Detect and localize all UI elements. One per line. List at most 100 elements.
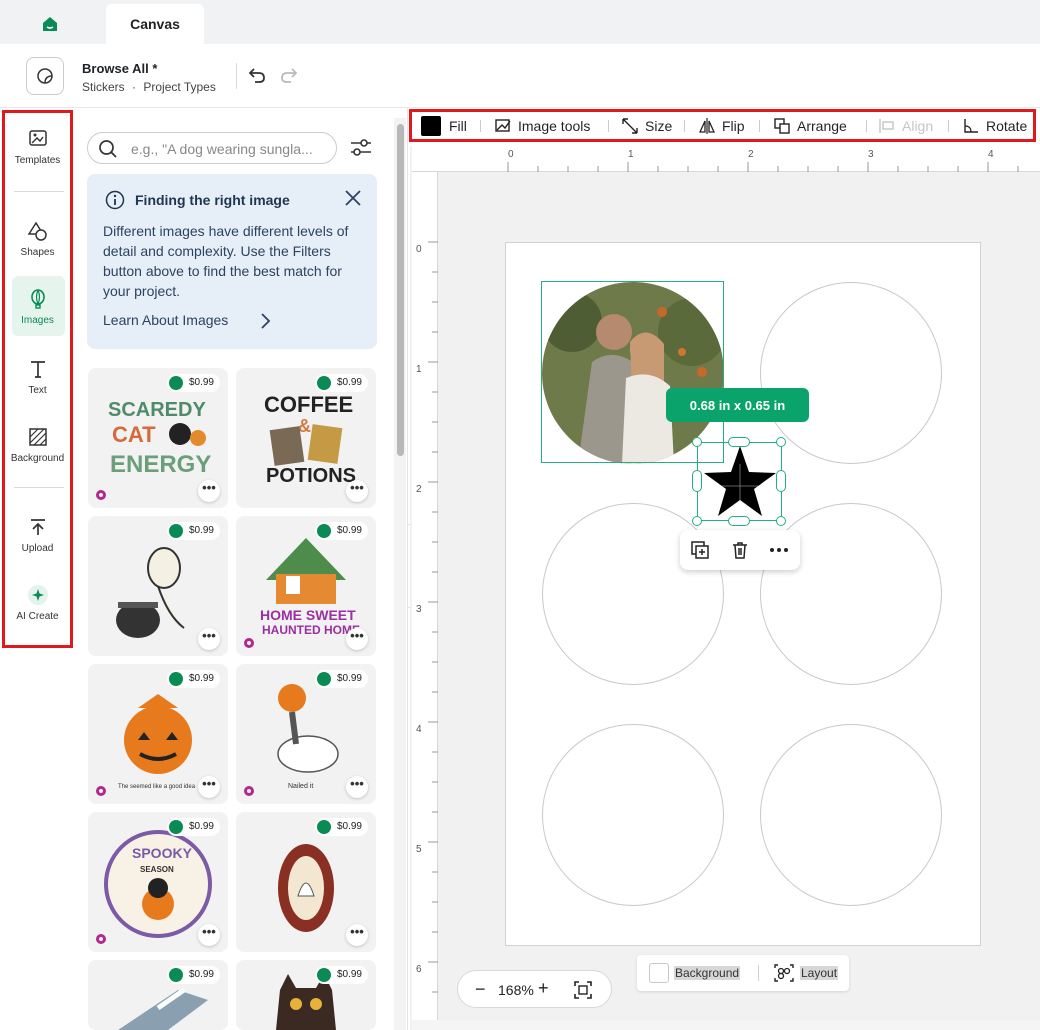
duplicate-button[interactable] — [689, 539, 711, 561]
image-tools-label: Image tools — [518, 118, 591, 134]
fill-label: Fill — [449, 118, 467, 134]
premium-icon — [96, 934, 106, 944]
more-button[interactable]: ••• — [346, 480, 368, 502]
image-tile[interactable]: HOME SWEET HAUNTED HOME $0.99 ••• — [236, 516, 376, 656]
price-badge: $0.99 — [166, 966, 220, 984]
info-card: Finding the right image Different images… — [87, 174, 377, 349]
zoom-in-button[interactable]: + — [538, 978, 549, 999]
breadcrumb-project-types[interactable]: Project Types — [143, 80, 215, 94]
resize-handle[interactable] — [692, 516, 702, 526]
images-panel: e.g., "A dog wearing sungla... Finding t… — [73, 108, 408, 1030]
crown-icon — [316, 672, 331, 686]
trash-icon — [733, 542, 747, 559]
resize-handle[interactable] — [692, 437, 702, 447]
image-tile[interactable]: $0.99 — [88, 960, 228, 1030]
home-button[interactable] — [36, 10, 64, 38]
layout-button[interactable]: Layout — [800, 966, 839, 980]
tab-canvas[interactable]: Canvas — [106, 4, 204, 44]
rail-item-shapes[interactable]: Shapes — [5, 219, 70, 258]
resize-handle[interactable] — [776, 516, 786, 526]
more-button[interactable]: ••• — [346, 628, 368, 650]
fit-to-screen-icon[interactable] — [573, 980, 593, 1000]
filter-icon[interactable] — [349, 138, 373, 158]
size-label: Size — [645, 118, 673, 134]
image-tile[interactable]: $0.99 — [236, 960, 376, 1030]
image-tile[interactable]: The seemed like a good idea $0.99 ••• — [88, 664, 228, 804]
align-button[interactable]: Align — [878, 116, 933, 136]
search-icon — [99, 140, 117, 158]
align-label: Align — [902, 118, 934, 134]
image-tile[interactable]: SPOOKY SEASON $0.99 ••• — [88, 812, 228, 952]
sticker-slot[interactable] — [760, 724, 942, 906]
tile-art-text: COFFEE — [264, 392, 353, 417]
close-icon[interactable] — [343, 188, 363, 208]
rail-item-templates[interactable]: Templates — [5, 127, 70, 166]
rail-item-images[interactable]: Images — [5, 287, 70, 326]
resize-handle[interactable] — [692, 470, 702, 492]
learn-about-images-link[interactable]: Learn About Images — [103, 312, 228, 328]
breadcrumb: Stickers · Project Types — [82, 80, 216, 94]
rotate-icon — [964, 119, 978, 133]
more-button[interactable]: ••• — [346, 924, 368, 946]
rail-item-text[interactable]: Text — [5, 357, 70, 396]
duplicate-icon — [691, 541, 709, 559]
arrange-button[interactable]: Arrange — [773, 116, 847, 136]
chevron-right-icon[interactable] — [259, 311, 273, 331]
layout-icon[interactable] — [773, 963, 795, 983]
rail-item-ai-create[interactable]: AI Create — [5, 583, 70, 622]
more-options-button[interactable] — [768, 539, 790, 561]
price-badge: $0.99 — [314, 966, 368, 984]
rail-label-shapes: Shapes — [20, 247, 55, 258]
canvas-bottom-controls: Background Layout — [637, 955, 849, 991]
search-input[interactable]: e.g., "A dog wearing sungla... — [87, 132, 337, 164]
resize-handle[interactable] — [728, 437, 750, 447]
background-button[interactable]: Background — [674, 966, 741, 980]
tile-art-text: POTIONS — [266, 465, 356, 487]
image-tile[interactable]: Nailed it $0.99 ••• — [236, 664, 376, 804]
rotate-button[interactable]: Rotate — [962, 116, 1027, 136]
fill-button[interactable]: Fill — [421, 116, 467, 136]
more-button[interactable]: ••• — [198, 776, 220, 798]
price-label: $0.99 — [188, 673, 214, 684]
project-title[interactable]: Browse All * — [82, 61, 157, 76]
flip-button[interactable]: Flip — [698, 116, 745, 136]
background-swatch[interactable] — [649, 963, 669, 983]
align-icon — [879, 119, 894, 133]
sticker-icon — [37, 68, 53, 84]
image-tile[interactable]: $0.99 ••• — [88, 516, 228, 656]
more-button[interactable]: ••• — [346, 776, 368, 798]
zoom-level[interactable]: 168% — [498, 982, 534, 998]
more-button[interactable]: ••• — [198, 924, 220, 946]
resize-handle[interactable] — [776, 437, 786, 447]
rail-item-upload[interactable]: Upload — [5, 515, 70, 554]
upload-icon — [30, 519, 45, 535]
image-tile[interactable]: COFFEE & POTIONS $0.99 ••• — [236, 368, 376, 508]
ruler-label: 4 — [416, 724, 422, 735]
arrange-icon — [774, 118, 790, 134]
size-button[interactable]: Size — [621, 116, 672, 136]
resize-handle[interactable] — [776, 470, 786, 492]
breadcrumb-stickers[interactable]: Stickers — [82, 80, 125, 94]
rail-item-background[interactable]: Background — [5, 425, 70, 464]
rail-label-images: Images — [21, 315, 54, 326]
rail-divider — [14, 487, 64, 488]
sticker-slot[interactable] — [542, 724, 724, 906]
canvas-horizontal-scrollbar[interactable] — [412, 1020, 1040, 1030]
delete-button[interactable] — [729, 539, 751, 561]
ruler-label: 6 — [416, 964, 422, 975]
sticker-slot[interactable] — [760, 282, 942, 464]
tile-art-text: SCAREDY — [108, 399, 206, 421]
redo-icon[interactable] — [278, 64, 300, 86]
zoom-out-button[interactable]: − — [475, 979, 486, 1000]
resize-handle[interactable] — [728, 516, 750, 526]
more-button[interactable]: ••• — [198, 628, 220, 650]
undo-icon[interactable] — [246, 64, 268, 86]
panel-scrollbar-thumb[interactable] — [397, 124, 404, 456]
crown-icon — [168, 820, 183, 834]
project-icon-button[interactable] — [26, 57, 64, 95]
image-tools-button[interactable]: Image tools — [494, 116, 590, 136]
ruler-label: 0 — [416, 244, 422, 255]
image-tile[interactable]: $0.99 ••• — [236, 812, 376, 952]
image-tile[interactable]: SCAREDY CAT ENERGY $0.99 ••• — [88, 368, 228, 508]
more-button[interactable]: ••• — [198, 480, 220, 502]
